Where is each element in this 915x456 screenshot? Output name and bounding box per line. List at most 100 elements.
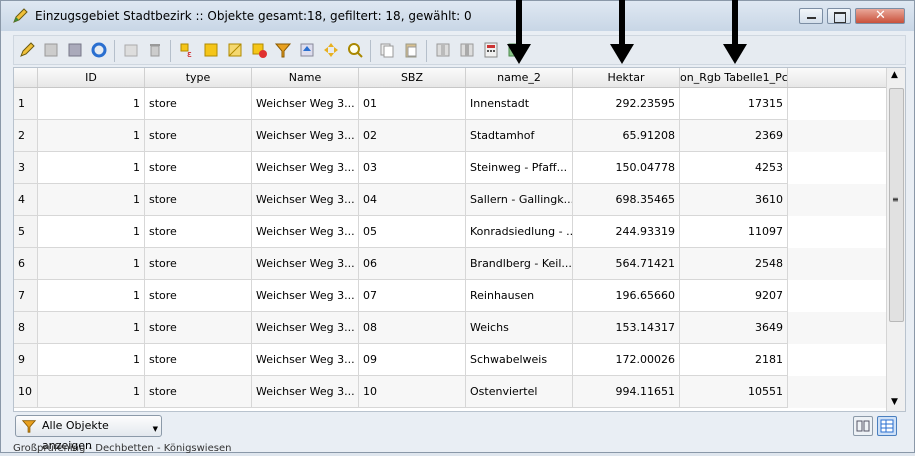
cell-type[interactable]: store	[145, 184, 252, 216]
cell-name-2[interactable]: Ostenviertel	[466, 376, 573, 408]
field-calculator-icon[interactable]	[482, 41, 500, 59]
cell-sbz[interactable]: 03	[359, 152, 466, 184]
cell-sbz[interactable]: 09	[359, 344, 466, 376]
row-header[interactable]: 3	[14, 152, 38, 184]
cell-hektar[interactable]: 698.35465	[573, 184, 680, 216]
edit-icon[interactable]	[42, 41, 60, 59]
row-header[interactable]: 9	[14, 344, 38, 376]
cell-name-2[interactable]: Innenstadt	[466, 88, 573, 120]
cell-sbz[interactable]: 02	[359, 120, 466, 152]
cell-hektar[interactable]: 196.65660	[573, 280, 680, 312]
cell-id[interactable]: 1	[38, 88, 145, 120]
cell-pc[interactable]: 2181	[680, 344, 788, 376]
row-header[interactable]: 7	[14, 280, 38, 312]
cell-name[interactable]: Weichser Weg 3...	[252, 280, 359, 312]
cell-hektar[interactable]: 150.04778	[573, 152, 680, 184]
cell-name[interactable]: Weichser Weg 3...	[252, 88, 359, 120]
cell-name[interactable]: Weichser Weg 3...	[252, 184, 359, 216]
select-expression-icon[interactable]: ε	[178, 41, 196, 59]
cell-sbz[interactable]: 10	[359, 376, 466, 408]
table-row[interactable]: 4 1 store Weichser Weg 3... 04 Sallern - Gall…	[14, 184, 887, 216]
form-view-button[interactable]	[877, 416, 897, 436]
cell-hektar[interactable]: 564.71421	[573, 248, 680, 280]
copy-icon[interactable]	[378, 41, 396, 59]
cell-pc[interactable]: 17315	[680, 88, 788, 120]
cell-sbz[interactable]: 04	[359, 184, 466, 216]
cell-hektar[interactable]: 292.23595	[573, 88, 680, 120]
cell-id[interactable]: 1	[38, 376, 145, 408]
row-header[interactable]: 10	[14, 376, 38, 408]
column-header[interactable]: on_Rgb Tabelle1_Pc	[680, 68, 788, 87]
cell-name[interactable]: Weichser Weg 3...	[252, 152, 359, 184]
cell-sbz[interactable]: 08	[359, 312, 466, 344]
row-header[interactable]: 1	[14, 88, 38, 120]
cell-type[interactable]: store	[145, 248, 252, 280]
pencil-icon[interactable]	[18, 41, 36, 59]
scroll-up-icon[interactable]: ▲	[891, 70, 898, 80]
cell-pc[interactable]: 10551	[680, 376, 788, 408]
cell-pc[interactable]: 9207	[680, 280, 788, 312]
column-header[interactable]: Name	[252, 68, 359, 87]
paste-icon[interactable]	[402, 41, 420, 59]
cell-name[interactable]: Weichser Weg 3...	[252, 216, 359, 248]
deselect-icon[interactable]	[250, 41, 268, 59]
cell-id[interactable]: 1	[38, 312, 145, 344]
delete-column-icon[interactable]	[458, 41, 476, 59]
close-button[interactable]: ✕	[855, 8, 905, 24]
cell-name-2[interactable]: Schwabelweis	[466, 344, 573, 376]
cell-hektar[interactable]: 65.91208	[573, 120, 680, 152]
cell-name[interactable]: Weichser Weg 3...	[252, 312, 359, 344]
invert-selection-icon[interactable]	[226, 41, 244, 59]
minimize-button[interactable]	[799, 8, 823, 24]
select-all-icon[interactable]	[202, 41, 220, 59]
cell-hektar[interactable]: 153.14317	[573, 312, 680, 344]
vertical-scrollbar[interactable]: ▲ ≡ ▼	[886, 68, 905, 411]
cell-pc[interactable]: 11097	[680, 216, 788, 248]
cell-type[interactable]: store	[145, 152, 252, 184]
row-header[interactable]: 2	[14, 120, 38, 152]
cell-name-2[interactable]: Reinhausen	[466, 280, 573, 312]
column-header[interactable]: ID	[38, 68, 145, 87]
cell-id[interactable]: 1	[38, 216, 145, 248]
cell-id[interactable]: 1	[38, 152, 145, 184]
title-bar[interactable]: Einzugsgebiet Stadtbezirk :: Objekte ges…	[1, 1, 914, 31]
table-row[interactable]: 5 1 store Weichser Weg 3... 05 Konradsiedlung…	[14, 216, 887, 248]
table-row[interactable]: 3 1 store Weichser Weg 3... 03 Steinweg - Pfa…	[14, 152, 887, 184]
table-row[interactable]: 7 1 store Weichser Weg 3... 07 Reinhausen 196.…	[14, 280, 887, 312]
cell-id[interactable]: 1	[38, 344, 145, 376]
cell-name[interactable]: Weichser Weg 3...	[252, 344, 359, 376]
table-row[interactable]: 10 1 store Weichser Weg 3... 10 Ostenviertel 9…	[14, 376, 887, 408]
cell-hektar[interactable]: 244.93319	[573, 216, 680, 248]
cell-id[interactable]: 1	[38, 120, 145, 152]
cell-name[interactable]: Weichser Weg 3...	[252, 376, 359, 408]
corner-cell[interactable]	[14, 68, 38, 87]
cell-pc[interactable]: 4253	[680, 152, 788, 184]
scroll-down-icon[interactable]: ▼	[891, 397, 898, 407]
cell-name-2[interactable]: Sallern - Gallingk...	[466, 184, 573, 216]
cell-sbz[interactable]: 05	[359, 216, 466, 248]
row-header[interactable]: 5	[14, 216, 38, 248]
filter-icon[interactable]	[274, 41, 292, 59]
table-row[interactable]: 1 1 store Weichser Weg 3... 01 Innenstadt 292.…	[14, 88, 887, 120]
cell-type[interactable]: store	[145, 376, 252, 408]
cell-id[interactable]: 1	[38, 184, 145, 216]
pan-to-selected-icon[interactable]	[322, 41, 340, 59]
cell-name[interactable]: Weichser Weg 3...	[252, 120, 359, 152]
table-view-button[interactable]	[853, 416, 873, 436]
zoom-to-selected-icon[interactable]	[346, 41, 364, 59]
cell-pc[interactable]: 3649	[680, 312, 788, 344]
show-all-objects-button[interactable]: Alle Objekte anzeigen ▼	[15, 415, 162, 452]
cell-id[interactable]: 1	[38, 248, 145, 280]
cell-type[interactable]: store	[145, 280, 252, 312]
cell-pc[interactable]: 2369	[680, 120, 788, 152]
table-row[interactable]: 8 1 store Weichser Weg 3... 08 Weichs 153.1431…	[14, 312, 887, 344]
cell-hektar[interactable]: 994.11651	[573, 376, 680, 408]
table-row[interactable]: 9 1 store Weichser Weg 3... 09 Schwabelweis 17…	[14, 344, 887, 376]
cell-name-2[interactable]: Steinweg - Pfaff...	[466, 152, 573, 184]
cell-name-2[interactable]: Brandlberg - Keil...	[466, 248, 573, 280]
cell-name-2[interactable]: Stadtamhof	[466, 120, 573, 152]
move-top-icon[interactable]	[298, 41, 316, 59]
cell-type[interactable]: store	[145, 88, 252, 120]
cell-hektar[interactable]: 172.00026	[573, 344, 680, 376]
cell-type[interactable]: store	[145, 344, 252, 376]
